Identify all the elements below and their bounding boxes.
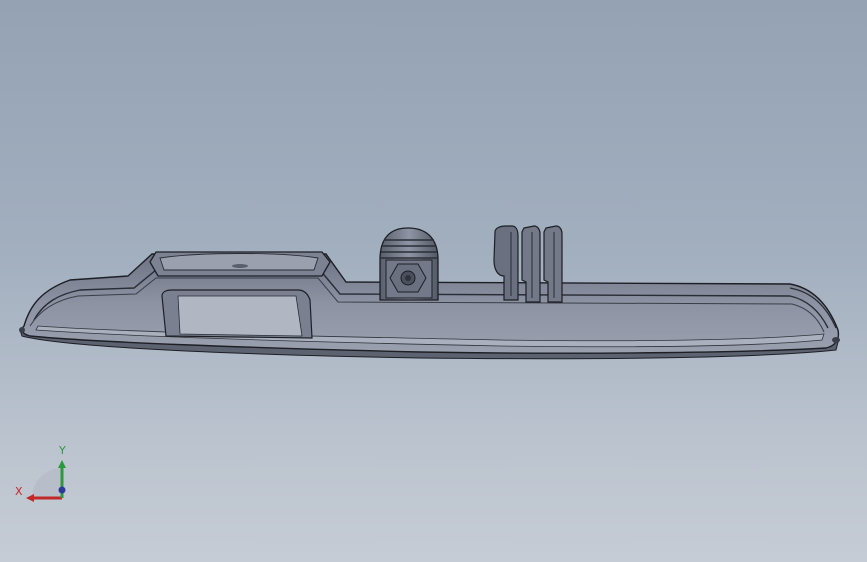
z-axis-dot — [58, 486, 66, 494]
3d-part-model[interactable] — [0, 0, 867, 562]
three-prong-mount — [493, 225, 563, 303]
view-orientation-triad: X Y — [12, 440, 82, 510]
x-axis-label: X — [15, 485, 23, 498]
y-axis-label: Y — [59, 444, 66, 457]
threaded-knob — [379, 227, 439, 301]
graphics-viewport[interactable]: X Y — [0, 0, 867, 562]
